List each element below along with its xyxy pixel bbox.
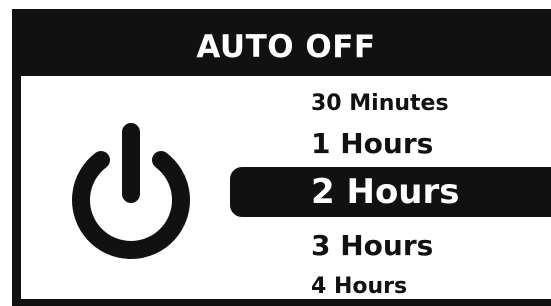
auto-off-screen: AUTO OFF 30 Minutes 1 Hours 2 Hours 3 Ho…	[12, 9, 551, 306]
option-3-hours[interactable]: 3 Hours	[311, 232, 433, 260]
auto-off-options-list: 30 Minutes 1 Hours 2 Hours 3 Hours 4 Hou…	[21, 18, 551, 299]
option-4-hours[interactable]: 4 Hours	[311, 276, 407, 298]
selected-option-label: 2 Hours	[311, 172, 460, 212]
option-1-hours[interactable]: 1 Hours	[311, 130, 433, 158]
option-30-minutes[interactable]: 30 Minutes	[311, 93, 449, 115]
option-2-hours-selected[interactable]: 2 Hours	[230, 167, 551, 217]
